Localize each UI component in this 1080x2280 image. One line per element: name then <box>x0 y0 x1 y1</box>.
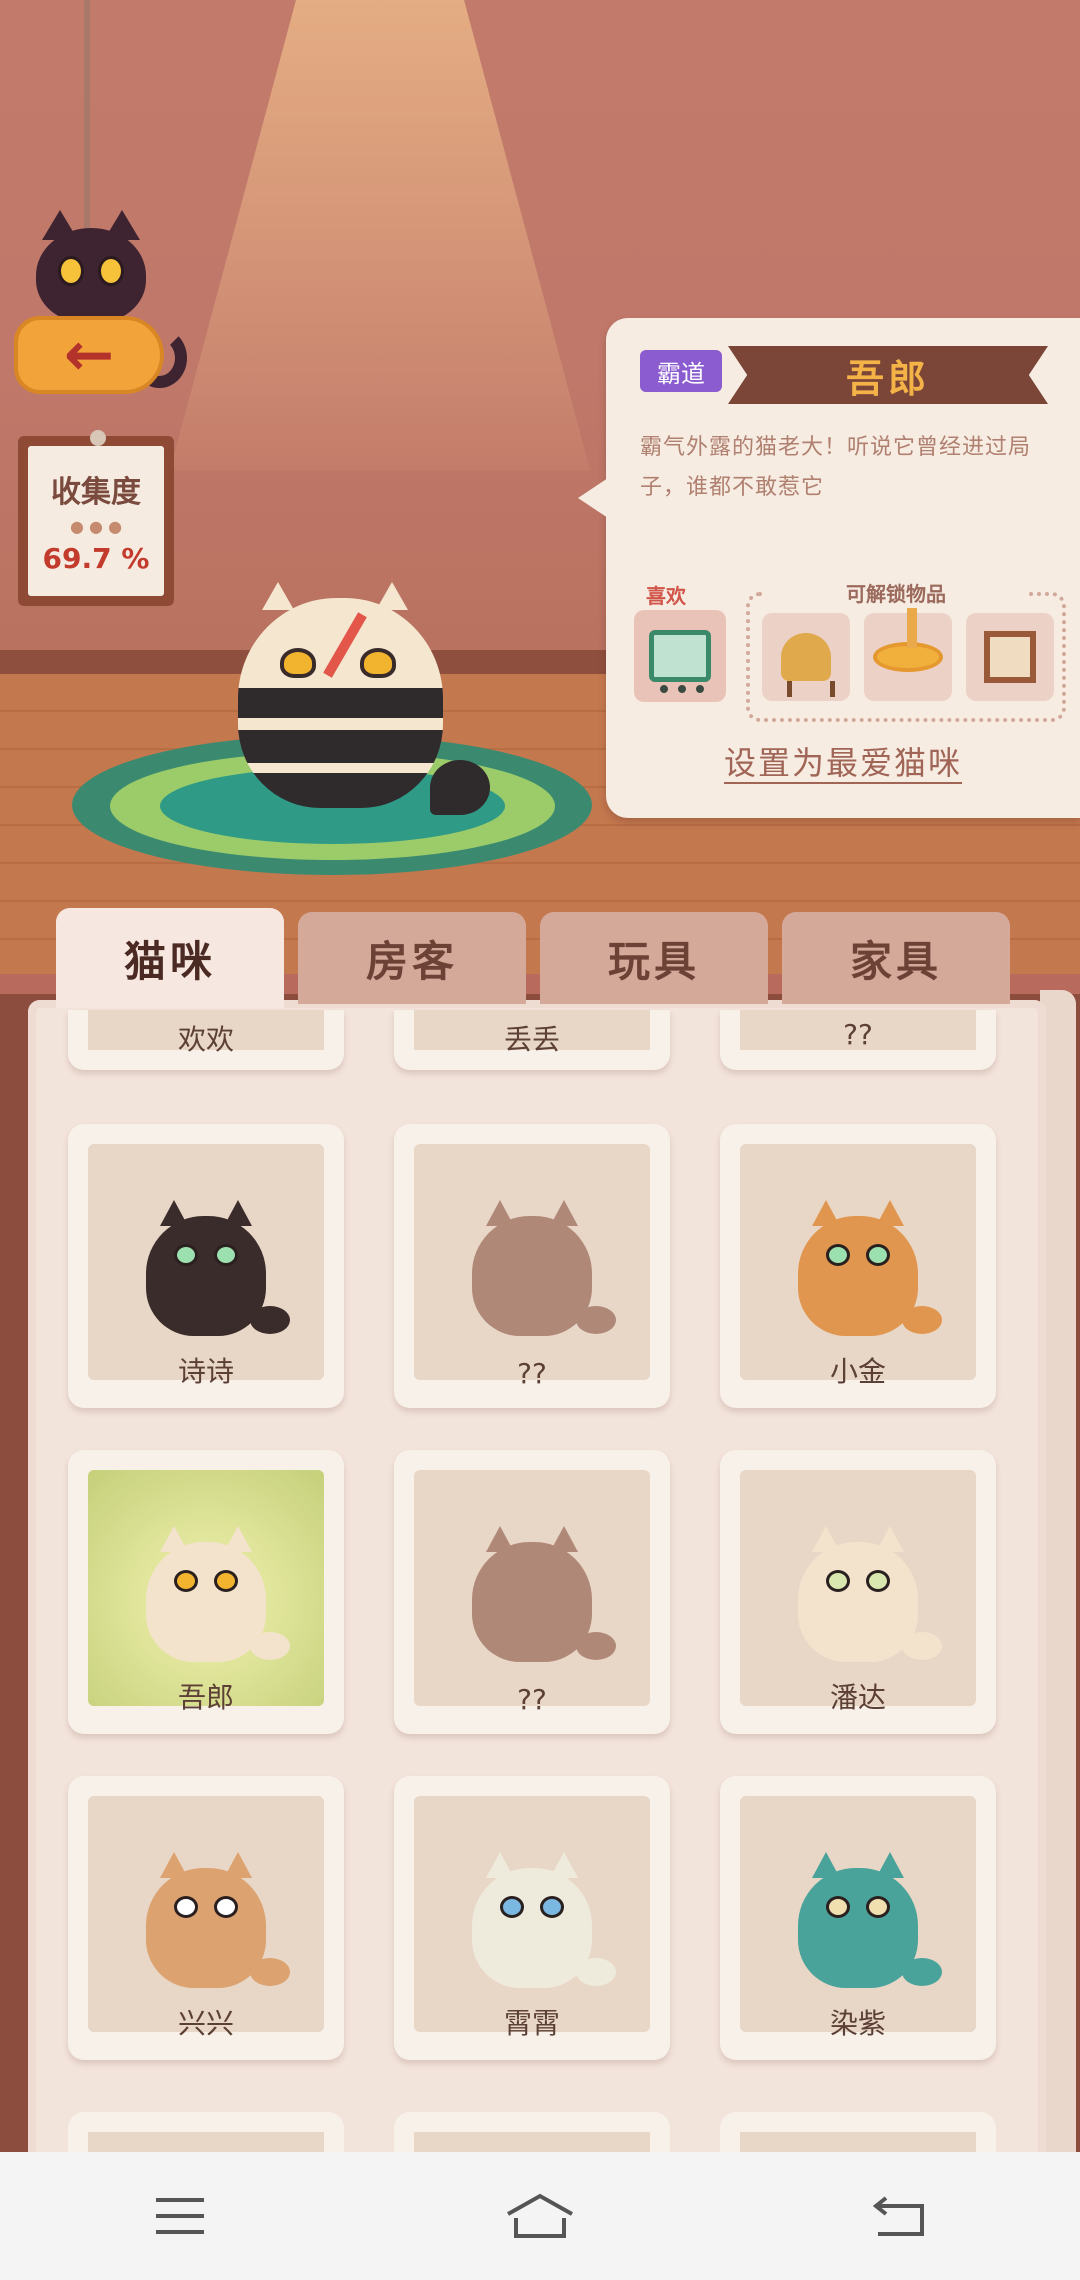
system-nav-bar <box>0 2152 1080 2280</box>
tab-furniture[interactable]: 家具 <box>782 912 1010 1004</box>
unlock-item-bed[interactable] <box>864 608 952 701</box>
cat-card-name: 染紫 <box>829 2007 886 2040</box>
cat-card-name: 丢丢 <box>503 1023 560 1056</box>
unlock-item-stool[interactable] <box>762 613 850 701</box>
cat-card[interactable]: 兴兴 <box>68 1776 344 2060</box>
cat-card-name: 吾郎 <box>177 1681 234 1714</box>
cat-card[interactable]: 霄霄 <box>394 1776 670 2060</box>
cat-card[interactable]: 欢欢 <box>68 1010 344 1070</box>
back-icon <box>872 2196 924 2236</box>
cat-card[interactable]: ?? <box>394 1450 670 1734</box>
cat-card[interactable]: 诗诗 <box>68 1124 344 1408</box>
cat-card[interactable]: 丢丢 <box>394 1010 670 1070</box>
likes-label: 喜欢 <box>646 584 686 608</box>
cat-card-name: ?? <box>517 1357 547 1390</box>
cat-card[interactable]: ?? <box>394 1124 670 1408</box>
menu-button[interactable] <box>130 2176 230 2256</box>
cat-card[interactable] <box>68 2112 344 2152</box>
back-button[interactable]: ← <box>14 210 189 418</box>
cat-eye-icon <box>280 648 316 678</box>
cat-portrait-icon <box>472 1848 616 1988</box>
cat-description: 霸气外露的猫老大！听说它曾经进过局子，谁都不敢惹它 <box>640 435 1032 500</box>
liked-item[interactable] <box>634 610 726 702</box>
giraffe-bed-icon <box>873 608 943 672</box>
cat-name: 吾郎 <box>845 356 930 401</box>
cat-card-name: ?? <box>843 1018 873 1051</box>
cat-eye-icon <box>360 648 396 678</box>
cat-portrait-icon <box>146 1196 290 1336</box>
cart-icon <box>649 630 711 693</box>
cat-card[interactable]: 小金 <box>720 1124 996 1408</box>
cat-card[interactable]: 吾郎 <box>68 1450 344 1734</box>
cat-portrait-icon <box>798 1196 942 1336</box>
cat-portrait-icon <box>798 1522 942 1662</box>
cat-head-icon <box>36 228 146 323</box>
paw-icon: ● ● ● <box>69 517 123 536</box>
cat-portrait-icon <box>146 1848 290 1988</box>
personality-tag: 霸道 <box>640 350 722 392</box>
cat-card-name: ?? <box>517 1683 547 1716</box>
cat-card[interactable] <box>394 2112 670 2152</box>
cat-card[interactable]: 染紫 <box>720 1776 996 2060</box>
collection-value: 69.7 % <box>42 542 150 575</box>
cat-card-name: 诗诗 <box>177 1355 234 1388</box>
cat-card-name: 潘达 <box>829 1681 886 1714</box>
cat-info-card: 霸道 吾郎 霸气外露的猫老大！听说它曾经进过局子，谁都不敢惹它 喜欢 可解锁物品… <box>578 318 1080 818</box>
cat-card-name: 小金 <box>829 1355 886 1388</box>
collection-sign: 收集度 ● ● ● 69.7 % <box>18 430 174 606</box>
cat-silhouette-icon <box>472 1196 616 1336</box>
tab-toys[interactable]: 玩具 <box>540 912 768 1004</box>
cat-card-name: 霄霄 <box>503 2007 560 2040</box>
cat-card[interactable]: ?? <box>720 1010 996 1070</box>
tab-guests[interactable]: 房客 <box>298 912 526 1004</box>
collection-title: 收集度 <box>51 475 141 510</box>
fish-arrow-icon: ← <box>14 316 164 394</box>
home-button[interactable] <box>490 2176 590 2256</box>
cat-card-name: 欢欢 <box>177 1023 234 1056</box>
cat-card[interactable] <box>720 2112 996 2152</box>
cat-portrait-icon <box>798 1848 942 1988</box>
picture-frame-icon <box>984 631 1036 683</box>
cat-silhouette-icon <box>472 1522 616 1662</box>
menu-icon <box>156 2198 204 2234</box>
tab-cats[interactable]: 猫咪 <box>56 908 284 1008</box>
unlock-label: 可解锁物品 <box>766 578 1026 607</box>
hanging-rope <box>84 0 90 235</box>
home-icon <box>507 2193 573 2238</box>
unlock-item-frame[interactable] <box>966 613 1054 701</box>
cat-card-name: 兴兴 <box>177 2007 234 2040</box>
cat-portrait-icon <box>146 1522 290 1662</box>
set-favorite-button[interactable]: 设置为最爱猫咪 <box>606 738 1080 784</box>
cat-name-ribbon: 吾郎 <box>728 346 1048 404</box>
cat-card[interactable]: 潘达 <box>720 1450 996 1734</box>
featured-cat[interactable] <box>238 598 443 808</box>
stool-icon <box>781 633 835 697</box>
cat-tail <box>430 760 490 815</box>
back-nav-button[interactable] <box>850 2176 950 2256</box>
